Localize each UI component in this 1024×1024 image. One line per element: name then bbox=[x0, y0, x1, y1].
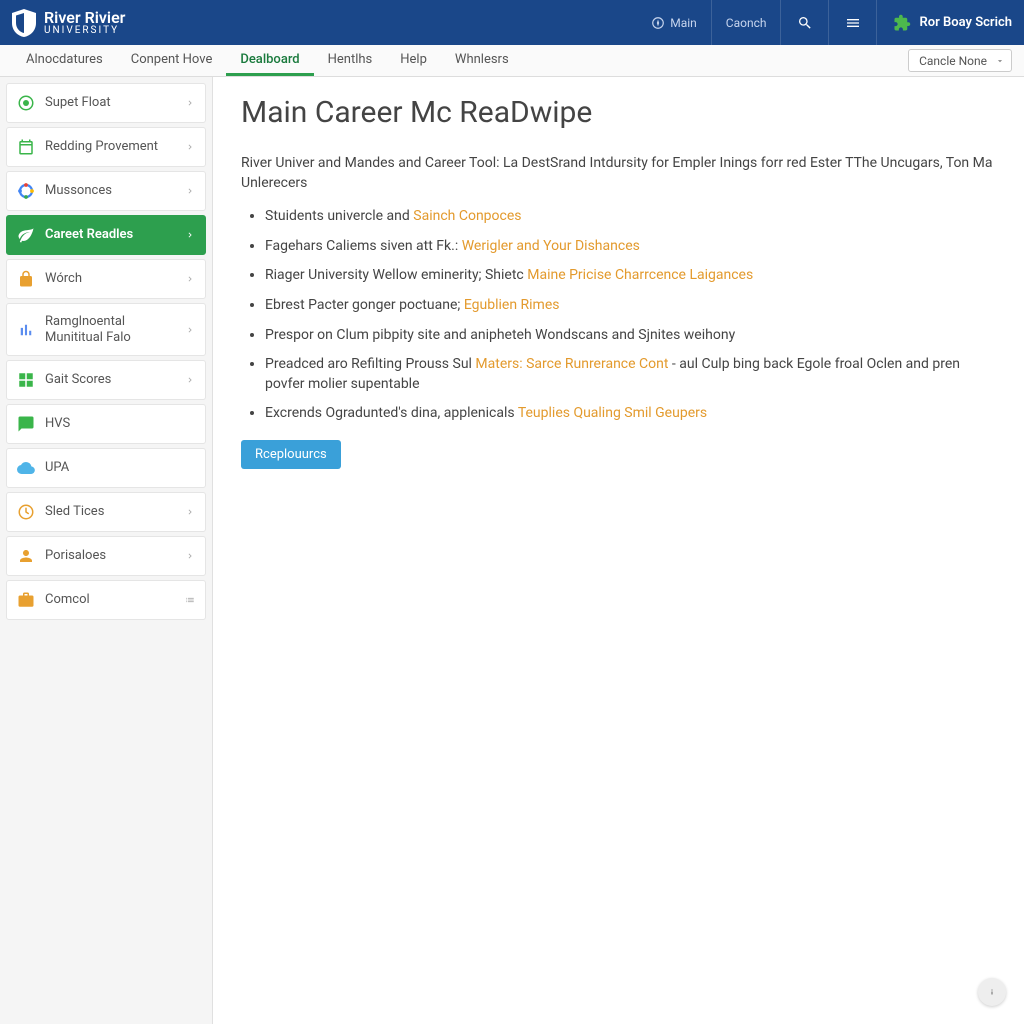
sidebar-item-label: Ramglnoental Munititual Falo bbox=[45, 314, 175, 345]
bullet-link[interactable]: Teuplies Qualing Smil Geupers bbox=[518, 405, 707, 421]
cloud-icon bbox=[17, 459, 35, 477]
header-links: Main Caonch Ror Boay Scrich bbox=[637, 0, 1012, 45]
puzzle-icon bbox=[893, 14, 911, 32]
sidebar-item-label: Comcol bbox=[45, 592, 175, 608]
bullet-item: Excrends Ogradunted's dina, applenicals … bbox=[265, 404, 996, 424]
topnav-item-4[interactable]: Help bbox=[386, 45, 441, 76]
sidebar-item-7[interactable]: HVS bbox=[6, 404, 206, 444]
grid-icon bbox=[17, 371, 35, 389]
sidebar-item-label: Supet Float bbox=[45, 95, 175, 111]
bullet-pre-text: Preadced aro Refilting Prouss Sul bbox=[265, 356, 475, 372]
briefcase-icon bbox=[17, 591, 35, 609]
chevron-right-icon bbox=[185, 230, 195, 240]
bullet-pre-text: Riager University Wellow eminerity; Shie… bbox=[265, 267, 527, 283]
sidebar-item-label: Careet Readles bbox=[45, 227, 175, 243]
bullet-item: Ebrest Pacter gonger poctuane; Egublien … bbox=[265, 296, 996, 316]
bullet-item: Prespor on Clum pibpity site and aniphet… bbox=[265, 326, 996, 346]
sidebar-item-label: Wórch bbox=[45, 271, 175, 287]
search-button[interactable] bbox=[780, 0, 828, 45]
chevron-right-icon bbox=[185, 98, 195, 108]
clock-icon bbox=[17, 503, 35, 521]
left-sidebar: Supet Float Redding Provement Mussonces Car… bbox=[0, 77, 213, 1024]
main-content: Main Career Mc ReaDwipe River Univer and… bbox=[213, 77, 1024, 1024]
bullet-pre-text: Ebrest Pacter gonger poctuane; bbox=[265, 297, 464, 313]
bullet-pre-text: Prespor on Clum pibpity site and aniphet… bbox=[265, 327, 735, 343]
sidebar-item-4[interactable]: Wórch bbox=[6, 259, 206, 299]
resources-button[interactable]: Rceplouurcs bbox=[241, 440, 341, 469]
logo[interactable]: River Rivier UNIVERSITY bbox=[12, 9, 125, 37]
target-icon bbox=[17, 94, 35, 112]
top-navigation: Alnocdatures Conpent Hove Dealboard Hent… bbox=[0, 45, 1024, 77]
chevron-right-icon bbox=[185, 375, 195, 385]
sidebar-item-9[interactable]: Sled Tices bbox=[6, 492, 206, 532]
sidebar-item-10[interactable]: Porisaloes bbox=[6, 536, 206, 576]
sidebar-item-label: UPA bbox=[45, 460, 195, 476]
sidebar-item-label: Redding Provement bbox=[45, 139, 175, 155]
sidebar-item-8[interactable]: UPA bbox=[6, 448, 206, 488]
sidebar-item-1[interactable]: Redding Provement bbox=[6, 127, 206, 167]
bullet-link[interactable]: Egublien Rimes bbox=[464, 297, 560, 313]
compass-icon bbox=[651, 16, 665, 30]
bullet-pre-text: Fagehars Caliems siven att Fk.: bbox=[265, 238, 462, 254]
sidebar-item-6[interactable]: Gait Scores bbox=[6, 360, 206, 400]
bullet-pre-text: Stuidents univercle and bbox=[265, 208, 413, 224]
chat-icon bbox=[17, 415, 35, 433]
intro-text: River Univer and Mandes and Career Tool:… bbox=[241, 154, 996, 193]
hamburger-icon bbox=[845, 15, 861, 31]
header-right-widget[interactable]: Ror Boay Scrich bbox=[876, 0, 1012, 45]
sidebar-item-label: HVS bbox=[45, 416, 195, 432]
bullet-item: Preadced aro Refilting Prouss Sul Maters… bbox=[265, 355, 996, 394]
topnav-item-5[interactable]: Whnlesrs bbox=[441, 45, 523, 76]
sidebar-item-3[interactable]: Careet Readles bbox=[6, 215, 206, 255]
chevron-right-icon bbox=[185, 142, 195, 152]
bullet-pre-text: Excrends Ogradunted's dina, applenicals bbox=[265, 405, 518, 421]
circle-dots-icon bbox=[17, 182, 35, 200]
bullet-link[interactable]: Sainch Conpoces bbox=[413, 208, 521, 224]
lock-icon bbox=[17, 270, 35, 288]
chevron-right-icon bbox=[185, 186, 195, 196]
topnav-item-2[interactable]: Dealboard bbox=[226, 45, 313, 76]
topnav-item-0[interactable]: Alnocdatures bbox=[12, 45, 117, 76]
bullet-link[interactable]: Maine Pricise Charrcence Laigances bbox=[527, 267, 753, 283]
chevron-down-icon bbox=[995, 56, 1005, 66]
chevron-right-icon bbox=[185, 274, 195, 284]
person-icon bbox=[17, 547, 35, 565]
bullet-link[interactable]: Maters: Sarce Runrerance Cont bbox=[475, 356, 668, 372]
logo-text: River Rivier UNIVERSITY bbox=[44, 10, 125, 36]
chevron-right-icon bbox=[185, 551, 195, 561]
search-icon bbox=[797, 15, 813, 31]
leaf-icon bbox=[17, 226, 35, 244]
bullet-item: Riager University Wellow eminerity; Shie… bbox=[265, 266, 996, 286]
sidebar-item-5[interactable]: Ramglnoental Munititual Falo bbox=[6, 303, 206, 356]
header-link-main[interactable]: Main bbox=[637, 0, 711, 45]
info-fab[interactable] bbox=[978, 978, 1006, 1006]
sidebar-item-label: Porisaloes bbox=[45, 548, 175, 564]
shield-icon bbox=[12, 9, 36, 37]
chevron-right-icon bbox=[185, 325, 195, 335]
list-icon bbox=[185, 595, 195, 605]
sidebar-item-label: Mussonces bbox=[45, 183, 175, 199]
sidebar-item-label: Gait Scores bbox=[45, 372, 175, 388]
calendar-icon bbox=[17, 138, 35, 156]
page-title: Main Career Mc ReaDwipe bbox=[241, 95, 996, 130]
global-header: River Rivier UNIVERSITY Main Caonch Ror … bbox=[0, 0, 1024, 45]
sidebar-item-0[interactable]: Supet Float bbox=[6, 83, 206, 123]
bullet-item: Fagehars Caliems siven att Fk.: Werigler… bbox=[265, 237, 996, 257]
sidebar-item-11[interactable]: Comcol bbox=[6, 580, 206, 620]
info-icon bbox=[986, 986, 998, 998]
bullet-item: Stuidents univercle and Sainch Conpoces bbox=[265, 207, 996, 227]
bullet-link[interactable]: Werigler and Your Dishances bbox=[462, 238, 640, 254]
chart-icon bbox=[17, 321, 35, 339]
header-link-cancel[interactable]: Caonch bbox=[711, 0, 781, 45]
bullet-list: Stuidents univercle and Sainch Conpoces F… bbox=[241, 207, 996, 424]
menu-button[interactable] bbox=[828, 0, 876, 45]
topnav-item-3[interactable]: Hentlhs bbox=[314, 45, 387, 76]
topnav-item-1[interactable]: Conpent Hove bbox=[117, 45, 227, 76]
chevron-right-icon bbox=[185, 507, 195, 517]
sidebar-item-2[interactable]: Mussonces bbox=[6, 171, 206, 211]
sidebar-item-label: Sled Tices bbox=[45, 504, 175, 520]
view-select[interactable]: Cancle None bbox=[908, 49, 1012, 72]
